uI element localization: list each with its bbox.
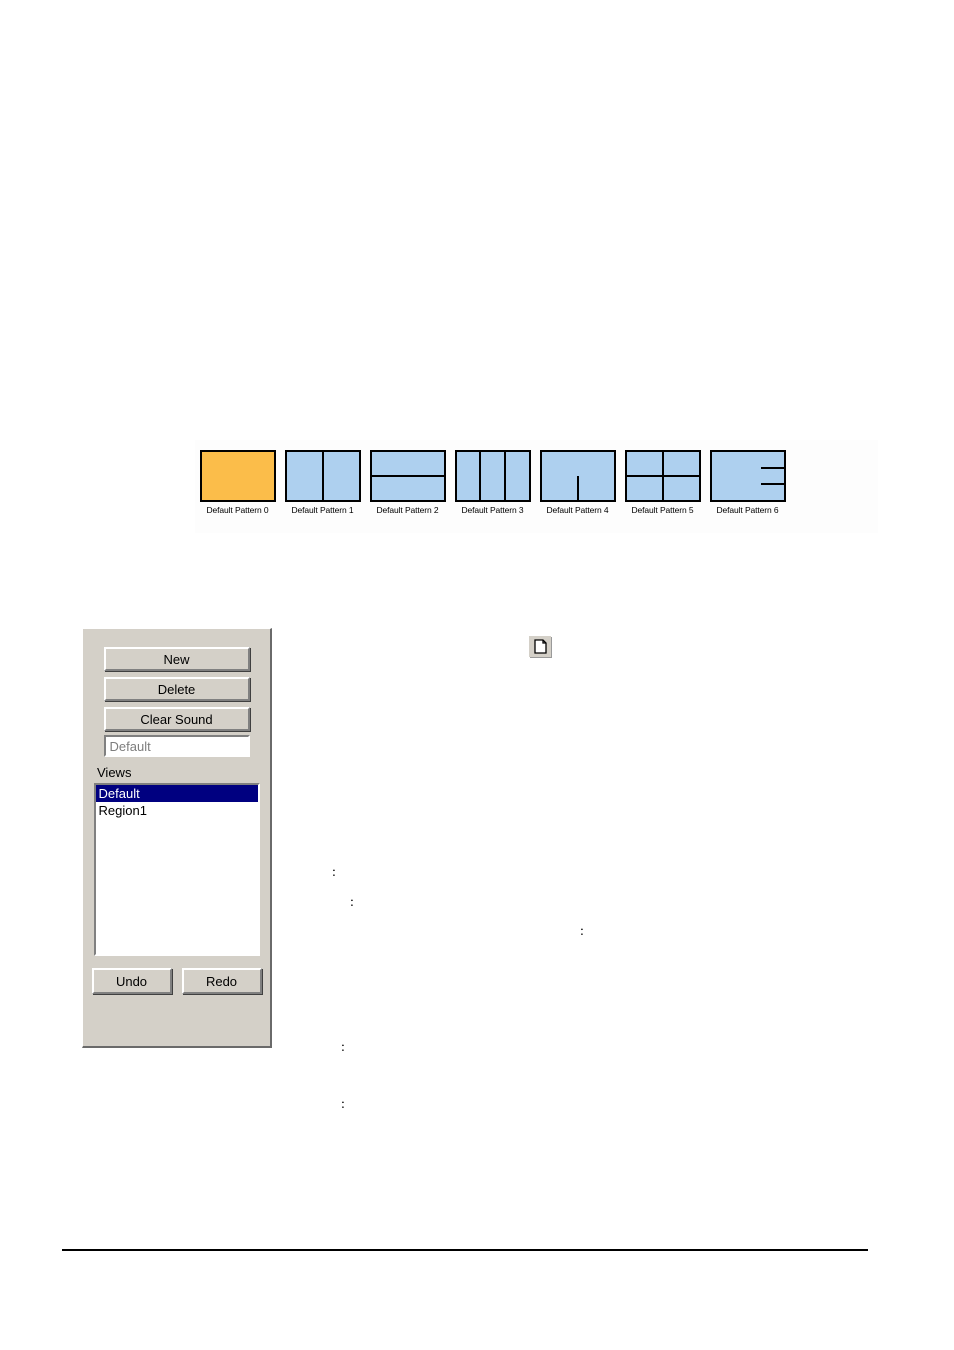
stray-colon: : [341, 1097, 345, 1112]
pattern-pane [479, 452, 504, 500]
pattern-pane [321, 452, 359, 500]
undo-redo-button-row: Undo Redo [91, 968, 262, 994]
pattern-pane-group [626, 452, 699, 475]
pattern-thumb-3[interactable] [454, 450, 531, 502]
delete-button[interactable]: Delete [103, 677, 250, 701]
pattern-pane [541, 476, 577, 500]
pattern-thumb-0[interactable] [199, 450, 276, 502]
stray-colon: : [341, 1040, 345, 1055]
pattern-pane [503, 452, 529, 500]
pattern-item-0[interactable]: Default Pattern 0 [195, 450, 280, 515]
pattern-pane [711, 452, 761, 500]
views-group-label: Views [97, 765, 132, 780]
new-button[interactable]: New [103, 647, 250, 671]
pattern-pane [201, 452, 274, 500]
pattern-item-3[interactable]: Default Pattern 3 [450, 450, 535, 515]
pattern-thumb-6[interactable] [709, 450, 786, 502]
pattern-pane [286, 452, 322, 500]
pattern-label-4: Default Pattern 4 [546, 505, 609, 515]
pattern-pane [371, 475, 444, 500]
pattern-pane [761, 466, 784, 484]
views-dialog-panel: New Delete Clear Sound Default Views Def… [82, 628, 272, 1048]
pattern-pane [456, 452, 480, 500]
undo-button[interactable]: Undo [91, 968, 172, 994]
pattern-item-2[interactable]: Default Pattern 2 [365, 450, 450, 515]
pattern-pane-group [761, 452, 784, 501]
pattern-label-1: Default Pattern 1 [291, 505, 354, 515]
stray-colon: : [350, 895, 354, 910]
pattern-pane [541, 452, 614, 476]
pattern-thumb-2[interactable] [369, 450, 446, 502]
footer-divider [62, 1249, 868, 1251]
redo-button[interactable]: Redo [181, 968, 262, 994]
pattern-pane [761, 483, 784, 501]
pattern-item-5[interactable]: Default Pattern 5 [620, 450, 705, 515]
pattern-label-3: Default Pattern 3 [461, 505, 524, 515]
pattern-item-6[interactable]: Default Pattern 6 [705, 450, 790, 515]
stray-colon: : [332, 865, 336, 880]
clear-sound-button[interactable]: Clear Sound [103, 707, 250, 731]
stray-colon: : [580, 924, 584, 939]
pattern-pane [576, 476, 614, 500]
pattern-pane-group [541, 476, 614, 500]
new-document-button[interactable] [529, 636, 551, 657]
pattern-pane [761, 452, 784, 467]
new-document-icon [533, 639, 547, 654]
pattern-pane [661, 477, 699, 500]
pattern-item-4[interactable]: Default Pattern 4 [535, 450, 620, 515]
pattern-pane [371, 452, 444, 475]
pattern-label-5: Default Pattern 5 [631, 505, 694, 515]
pattern-thumb-5[interactable] [624, 450, 701, 502]
pattern-label-6: Default Pattern 6 [716, 505, 779, 515]
pattern-label-2: Default Pattern 2 [376, 505, 439, 515]
view-name-input[interactable]: Default [103, 735, 250, 757]
layout-pattern-gallery: Default Pattern 0 Default Pattern 1 Defa… [195, 440, 878, 533]
list-item[interactable]: Default [95, 785, 258, 802]
pattern-thumb-4[interactable] [539, 450, 616, 502]
pattern-pane [661, 452, 699, 475]
pattern-item-1[interactable]: Default Pattern 1 [280, 450, 365, 515]
pattern-label-0: Default Pattern 0 [206, 505, 269, 515]
pattern-pane [626, 452, 662, 475]
views-listbox[interactable]: Default Region1 [93, 783, 260, 956]
pattern-pane [626, 477, 662, 500]
pattern-pane-group [626, 475, 699, 500]
list-item[interactable]: Region1 [96, 802, 258, 819]
pattern-thumb-1[interactable] [284, 450, 361, 502]
